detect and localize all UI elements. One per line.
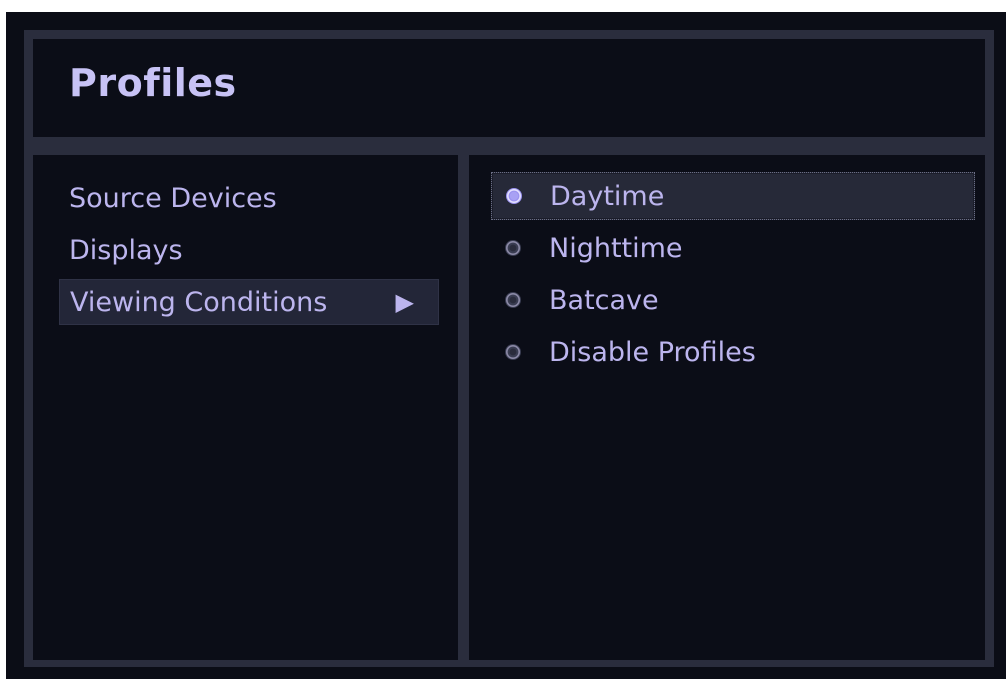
radio-unselected-icon [505,292,521,308]
sidebar-item-displays[interactable]: Displays [59,227,439,273]
option-label: Daytime [550,180,665,212]
sidebar: Source Devices Displays Viewing Conditio… [33,155,458,660]
option-label: Batcave [549,284,659,316]
sidebar-item-source-devices[interactable]: Source Devices [59,175,439,221]
option-nighttime[interactable]: Nighttime [491,224,975,272]
radio-selected-icon [506,188,522,204]
sidebar-item-label: Source Devices [69,182,277,214]
option-disable-profiles[interactable]: Disable Profiles [491,328,975,376]
option-label: Nighttime [549,232,683,264]
radio-unselected-icon [505,344,521,360]
sidebar-item-viewing-conditions[interactable]: Viewing Conditions ▶ [59,279,439,325]
option-batcave[interactable]: Batcave [491,276,975,324]
profile-options-list: Daytime Nighttime Batcave Disable Profil… [491,172,975,380]
options-panel: Daytime Nighttime Batcave Disable Profil… [469,155,985,660]
profiles-window: Profiles Source Devices Displays Viewing… [24,30,994,667]
option-label: Disable Profiles [549,336,756,368]
page-title: Profiles [69,61,237,105]
sidebar-item-label: Displays [69,234,183,266]
header: Profiles [33,39,985,137]
app-frame: Profiles Source Devices Displays Viewing… [6,12,1006,679]
option-daytime[interactable]: Daytime [491,172,975,220]
sidebar-list: Source Devices Displays Viewing Conditio… [33,175,458,331]
sidebar-item-label: Viewing Conditions [70,286,328,318]
triangle-right-icon: ▶ [395,288,414,316]
radio-unselected-icon [505,240,521,256]
